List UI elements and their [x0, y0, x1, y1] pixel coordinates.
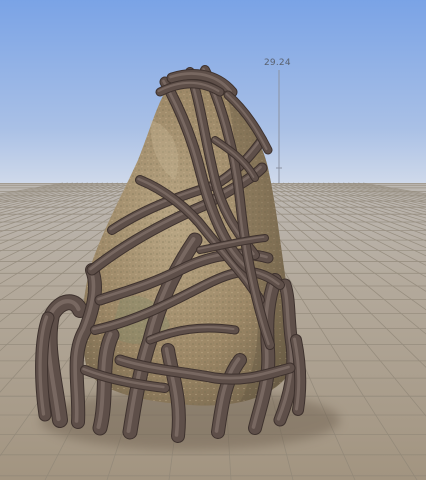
height-measurement-label: 29.24: [264, 58, 291, 68]
3d-viewport[interactable]: [0, 0, 426, 480]
scene-render: [0, 0, 426, 480]
